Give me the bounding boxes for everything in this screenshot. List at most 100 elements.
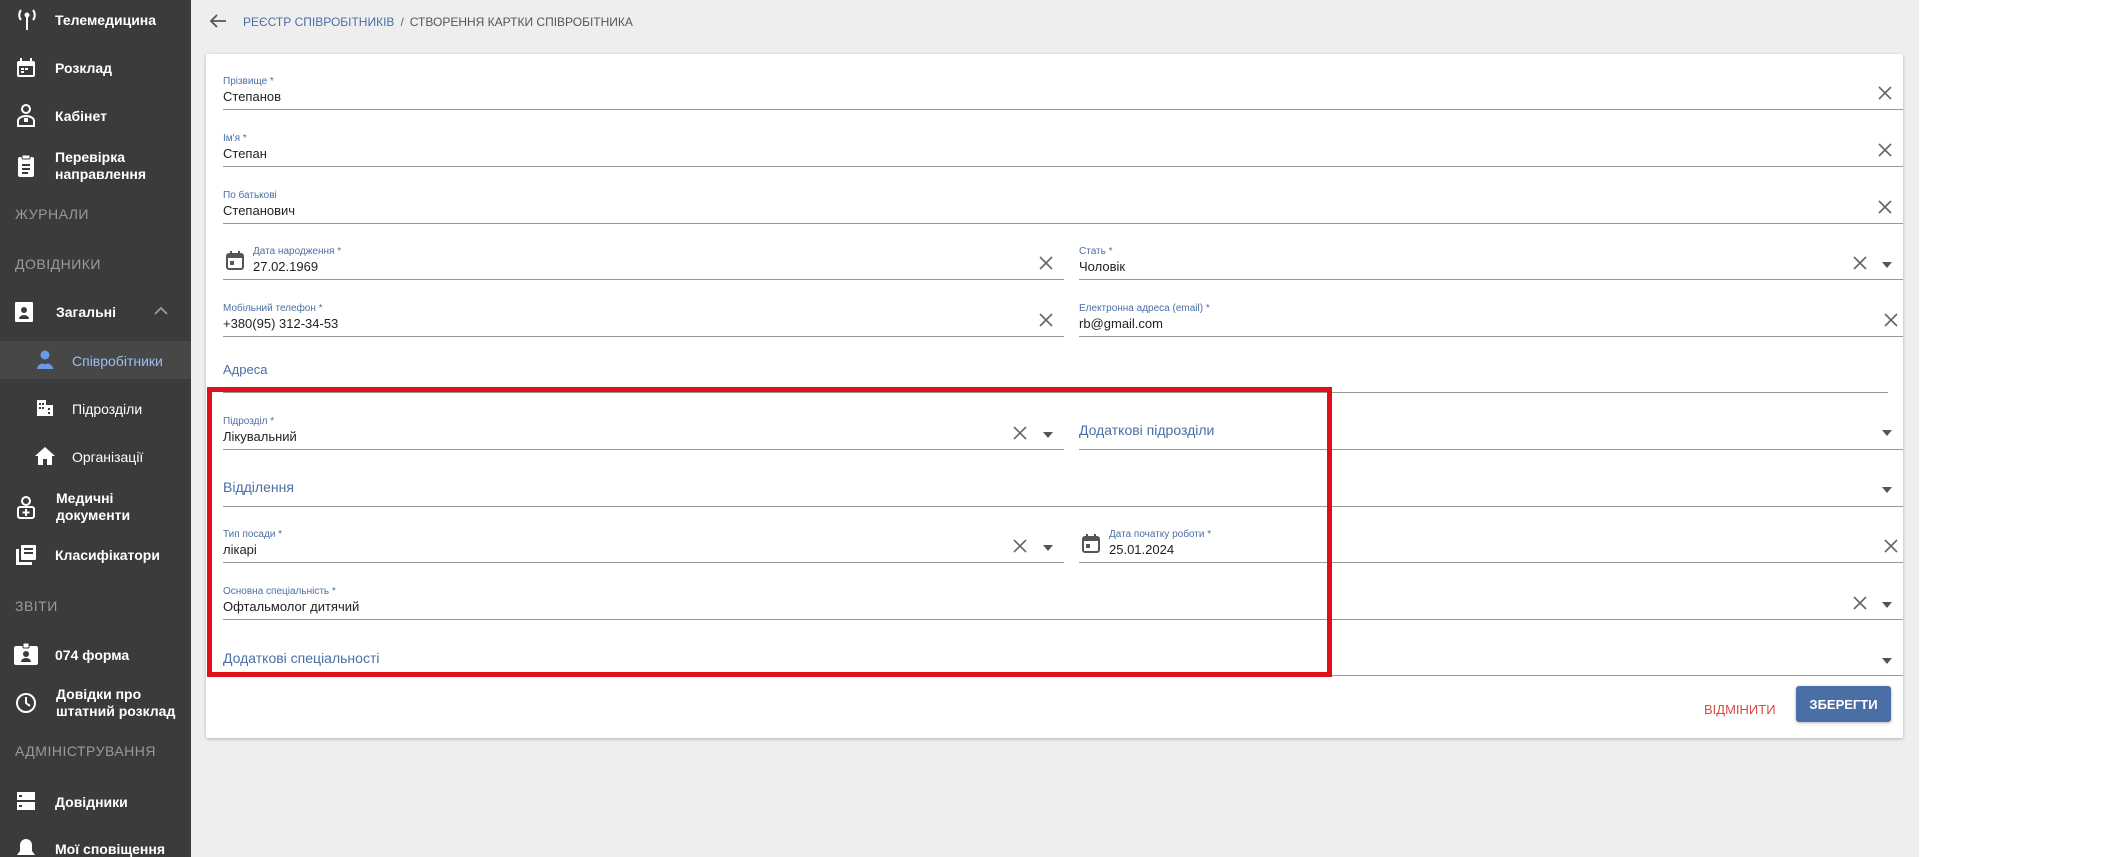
clear-icon[interactable]: [1880, 535, 1902, 557]
extra-subdivisions-select[interactable]: Додаткові підрозділи: [1079, 394, 1903, 450]
clear-icon[interactable]: [1849, 592, 1871, 614]
field-value: +380(95) 312-34-53: [223, 316, 339, 331]
subdivision-select[interactable]: Підрозділ * Лікувальний: [223, 394, 1064, 450]
sidebar: Телемедицина Розклад Кабінет Перевірка н…: [0, 0, 191, 857]
breadcrumb-current: Створення картки співробітника: [409, 15, 633, 29]
field-value: лікарі: [223, 542, 257, 557]
sidebar-item-cabinet[interactable]: Кабінет: [0, 98, 191, 134]
clock-icon: [13, 690, 39, 716]
surname-field[interactable]: Прізвище * Степанов: [223, 54, 1903, 110]
dropdown-arrow-icon[interactable]: [1880, 257, 1894, 268]
field-value: 25.01.2024: [1109, 542, 1175, 557]
sidebar-item-label: Мої сповіщення: [55, 841, 166, 857]
sidebar-item-classifiers[interactable]: Класифікатори: [0, 536, 191, 574]
clear-icon[interactable]: [1009, 535, 1031, 557]
clear-icon[interactable]: [1880, 309, 1902, 331]
clear-icon[interactable]: [1849, 252, 1871, 274]
clear-icon[interactable]: [1009, 422, 1031, 444]
sidebar-item-references[interactable]: Довідники: [0, 782, 191, 820]
id-card-icon: [13, 641, 39, 667]
building-icon: [32, 395, 58, 421]
sidebar-item-organizations[interactable]: Організації: [0, 437, 191, 475]
sidebar-item-label: Перевірка: [55, 149, 126, 165]
calendar-icon[interactable]: [1081, 534, 1101, 559]
section-header-references: ДОВІДНИКИ: [15, 256, 101, 272]
dropdown-arrow-icon[interactable]: [1880, 653, 1894, 664]
phone-field[interactable]: Мобільний телефон * +380(95) 312-34-53: [223, 281, 1064, 337]
right-blank-area: [1919, 0, 2114, 857]
sidebar-item-schedule[interactable]: Розклад: [0, 50, 191, 86]
field-label: Підрозділ *: [223, 416, 275, 427]
department-select[interactable]: Відділення: [223, 451, 1903, 507]
field-value: Чоловік: [1079, 259, 1126, 274]
field-value: 27.02.1969: [253, 259, 319, 274]
clipboard-icon: [13, 153, 39, 179]
sidebar-item-notifications[interactable]: Мої сповіщення: [0, 830, 191, 857]
employee-icon: [32, 347, 58, 373]
dropdown-arrow-icon[interactable]: [1041, 427, 1055, 438]
birth-date-field[interactable]: Дата народження * 27.02.1969: [223, 224, 1064, 280]
clear-icon[interactable]: [1874, 196, 1896, 218]
bell-icon: [13, 836, 39, 857]
sidebar-item-general[interactable]: Загальні: [0, 293, 191, 331]
sex-select[interactable]: Стать * Чоловік: [1079, 224, 1903, 280]
field-label: Мобільний телефон *: [223, 303, 323, 314]
sidebar-item-telemedicine[interactable]: Телемедицина: [0, 2, 191, 38]
extra-specialties-select[interactable]: Додаткові спеціальності: [223, 620, 1903, 676]
employee-form-card: Прізвище * Степанов Ім'я * Степан По бат…: [206, 54, 1903, 738]
sidebar-item-subdivisions[interactable]: Підрозділи: [0, 389, 191, 427]
antenna-icon: [14, 6, 40, 32]
sidebar-item-staff-certs[interactable]: Довідки про штатний розклад: [0, 681, 191, 725]
badge-icon: [11, 299, 37, 325]
section-header-reports: ЗВІТИ: [15, 598, 58, 614]
doctor-icon: [13, 102, 39, 128]
calendar-icon[interactable]: [225, 251, 245, 276]
save-button[interactable]: Зберегти: [1796, 686, 1891, 722]
field-value: Степанов: [223, 89, 282, 104]
email-field[interactable]: Електронна адреса (email) * rb@gmail.com: [1079, 281, 1903, 337]
dropdown-arrow-icon[interactable]: [1880, 597, 1894, 608]
sidebar-item-referral-check[interactable]: Перевірка направлення: [0, 144, 191, 188]
work-start-date-field[interactable]: Дата початку роботи * 25.01.2024: [1079, 507, 1903, 563]
position-type-select[interactable]: Тип посади * лікарі: [223, 507, 1064, 563]
section-header-journals: ЖУРНАЛИ: [15, 206, 89, 222]
sidebar-item-medical-docs[interactable]: Медичні документи: [0, 485, 191, 529]
clear-icon[interactable]: [1874, 139, 1896, 161]
main-specialty-select[interactable]: Основна спеціальність * Офтальмолог дитя…: [223, 564, 1903, 620]
sidebar-item-form074[interactable]: 074 форма: [0, 635, 191, 673]
cancel-button[interactable]: Відмінити: [1694, 692, 1786, 726]
sidebar-item-employees[interactable]: Співробітники: [0, 341, 191, 379]
dropdown-arrow-icon[interactable]: [1041, 540, 1055, 551]
storage-icon: [13, 788, 39, 814]
clear-icon[interactable]: [1874, 82, 1896, 104]
field-label: Прізвище *: [223, 76, 274, 87]
name-field[interactable]: Ім'я * Степан: [223, 111, 1903, 167]
field-placeholder: Додаткові спеціальності: [223, 650, 380, 666]
clear-icon[interactable]: [1035, 309, 1057, 331]
sidebar-item-label: Довідки про: [56, 686, 142, 702]
breadcrumb: Реєстр співробітників / Створення картки…: [209, 13, 633, 31]
arrow-left-icon[interactable]: [209, 13, 231, 31]
field-value: rb@gmail.com: [1079, 316, 1163, 331]
breadcrumb-employees-registry[interactable]: Реєстр співробітників: [243, 15, 394, 29]
sidebar-item-label: штатний розклад: [56, 703, 176, 719]
sidebar-item-label: направлення: [55, 166, 147, 182]
field-placeholder: Адреса: [223, 362, 268, 377]
sidebar-item-label: Медичні: [56, 490, 114, 506]
library-icon: [13, 542, 39, 568]
section-header-admin: АДМІНІСТРУВАННЯ: [15, 743, 156, 759]
patronymic-field[interactable]: По батькові Степанович: [223, 168, 1903, 224]
dropdown-arrow-icon[interactable]: [1880, 482, 1894, 493]
field-placeholder: Відділення: [223, 479, 294, 495]
field-label: Тип посади *: [223, 529, 283, 540]
sidebar-item-label: Підрозділи: [72, 401, 143, 417]
address-field[interactable]: Адреса: [223, 337, 1888, 393]
clear-icon[interactable]: [1035, 252, 1057, 274]
sidebar-item-label: Співробітники: [72, 353, 163, 369]
sidebar-item-label: Загальні: [56, 304, 117, 320]
sidebar-item-label: документи: [56, 507, 131, 523]
field-value: Лікувальний: [223, 429, 297, 444]
breadcrumb-separator: /: [400, 15, 404, 29]
sidebar-item-label: Довідники: [55, 794, 128, 810]
dropdown-arrow-icon[interactable]: [1880, 425, 1894, 436]
